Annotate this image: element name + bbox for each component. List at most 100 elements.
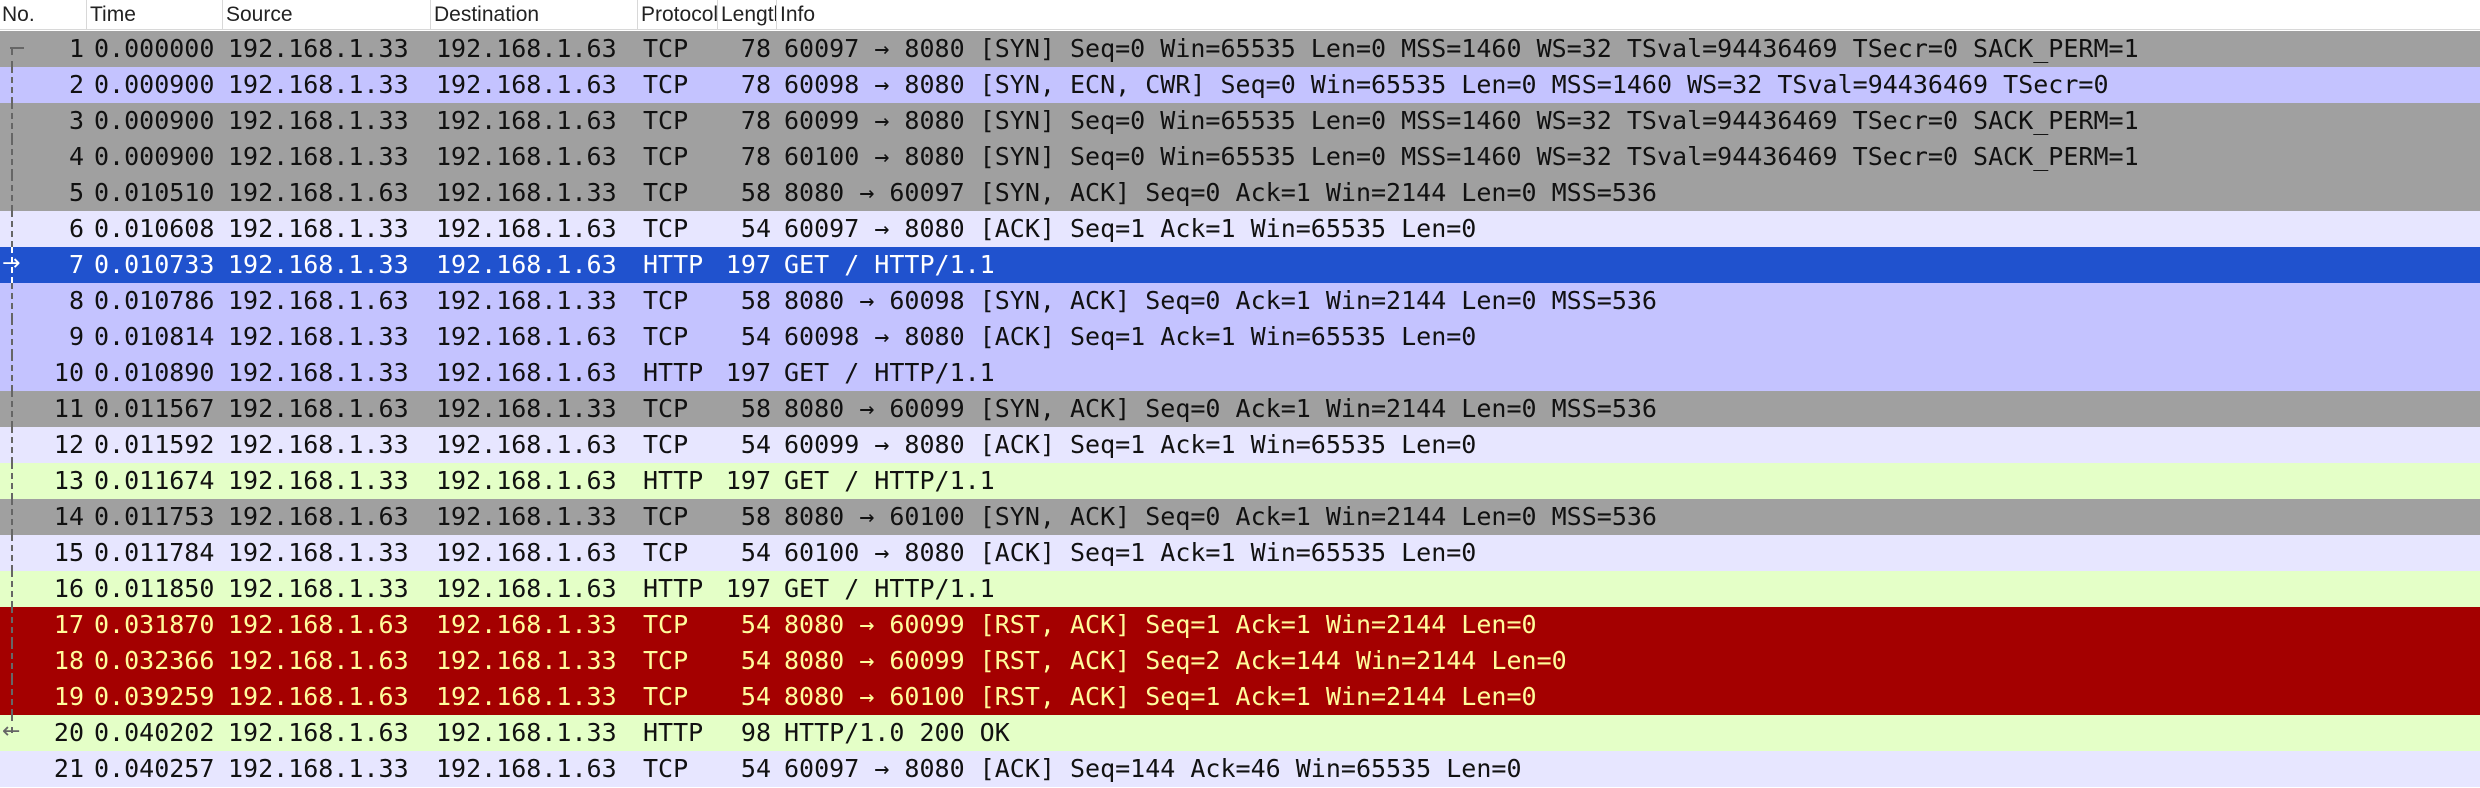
cell-destination: 192.168.1.33 [436, 178, 617, 207]
packet-row[interactable]: 10 0.010890 192.168.1.33 192.168.1.63 HTTP 19… [0, 355, 2480, 391]
packet-row[interactable]: 14 0.011753 192.168.1.63 192.168.1.33 TCP 58 8… [0, 499, 2480, 535]
cell-destination: 192.168.1.63 [436, 106, 617, 135]
conversation-line [11, 679, 13, 715]
related-packet-gutter: ← [0, 715, 30, 751]
cell-length: 54 [740, 214, 771, 243]
packet-list-window: No.TimeSourceDestinationProtocolLengthIn… [0, 0, 2480, 788]
related-packet-gutter [0, 175, 30, 211]
related-packet-gutter [0, 607, 30, 643]
packet-row[interactable]: 2 0.000900 192.168.1.33 192.168.1.63 TCP 78 60… [0, 67, 2480, 103]
related-packet-gutter [0, 211, 30, 247]
cell-destination: 192.168.1.33 [436, 502, 617, 531]
conversation-line [11, 139, 13, 175]
packet-row[interactable]: 6 0.010608 192.168.1.33 192.168.1.63 TCP 54 60… [0, 211, 2480, 247]
packet-row[interactable]: 20 0.040202 192.168.1.63 192.168.1.33 HTTP 98… [0, 715, 2480, 751]
cell-protocol: HTTP [643, 574, 704, 603]
packet-row[interactable]: 1 0.000000 192.168.1.33 192.168.1.63 TCP 78 60… [0, 31, 2480, 67]
cell-length: 54 [740, 610, 771, 639]
cell-protocol: TCP [643, 538, 689, 567]
cell-protocol: TCP [643, 754, 689, 783]
packet-row[interactable]: 17 0.031870 192.168.1.63 192.168.1.33 TCP 54 8… [0, 607, 2480, 643]
conversation-line [11, 391, 13, 427]
cell-info: HTTP/1.0 200 OK [784, 718, 1010, 747]
column-header-info[interactable]: Info [776, 0, 2480, 30]
cell-source: 192.168.1.33 [228, 430, 409, 459]
related-packet-gutter [0, 355, 30, 391]
packet-row[interactable]: 21 0.040257 192.168.1.33 192.168.1.63 TCP 54 6… [0, 751, 2480, 787]
cell-source: 192.168.1.33 [228, 466, 409, 495]
cell-info: 60100 → 8080 [SYN] Seq=0 Win=65535 Len=0… [784, 142, 2139, 171]
cell-info: 8080 → 60099 [SYN, ACK] Seq=0 Ack=1 Win=… [784, 394, 1657, 423]
packet-row[interactable]: 13 0.011674 192.168.1.33 192.168.1.63 HTTP 19… [0, 463, 2480, 499]
cell-protocol: TCP [643, 178, 689, 207]
column-header-destination[interactable]: Destination [430, 0, 637, 30]
cell-length: 197 [725, 574, 771, 603]
conversation-line [11, 535, 13, 571]
arrow-left-icon: ← [2, 719, 21, 744]
cell-time: 0.032366 [94, 646, 215, 675]
cell-destination: 192.168.1.63 [436, 574, 617, 603]
packet-row[interactable]: 15 0.011784 192.168.1.33 192.168.1.63 TCP 54 6… [0, 535, 2480, 571]
cell-info: 8080 → 60100 [RST, ACK] Seq=1 Ack=1 Win=… [784, 682, 1537, 711]
cell-destination: 192.168.1.63 [436, 358, 617, 387]
cell-source: 192.168.1.63 [228, 178, 409, 207]
packet-list-header: No.TimeSourceDestinationProtocolLengthIn… [0, 0, 2480, 30]
related-packet-gutter [0, 751, 30, 787]
cell-source: 192.168.1.33 [228, 70, 409, 99]
cell-source: 192.168.1.63 [228, 682, 409, 711]
cell-destination: 192.168.1.63 [436, 214, 617, 243]
column-header-no[interactable]: No. [0, 0, 86, 30]
cell-source: 192.168.1.63 [228, 646, 409, 675]
cell-destination: 192.168.1.33 [436, 394, 617, 423]
cell-source: 192.168.1.33 [228, 34, 409, 63]
cell-protocol: TCP [643, 106, 689, 135]
cell-length: 197 [725, 466, 771, 495]
related-packet-gutter [0, 67, 30, 103]
cell-info: 60097 → 8080 [ACK] Seq=1 Ack=1 Win=65535… [784, 214, 1477, 243]
packet-row[interactable]: 12 0.011592 192.168.1.33 192.168.1.63 TCP 54 6… [0, 427, 2480, 463]
packet-list[interactable]: 1 0.000000 192.168.1.33 192.168.1.63 TCP 78 60… [0, 31, 2480, 788]
cell-destination: 192.168.1.63 [436, 466, 617, 495]
packet-row[interactable]: 8 0.010786 192.168.1.63 192.168.1.33 TCP 58 80… [0, 283, 2480, 319]
related-packet-gutter [0, 319, 30, 355]
cell-protocol: TCP [643, 430, 689, 459]
cell-time: 0.011753 [94, 502, 215, 531]
cell-destination: 192.168.1.63 [436, 34, 617, 63]
packet-row[interactable]: 4 0.000900 192.168.1.33 192.168.1.63 TCP 78 60… [0, 139, 2480, 175]
related-packet-gutter [0, 103, 30, 139]
cell-info: GET / HTTP/1.1 [784, 358, 995, 387]
column-header-protocol[interactable]: Protocol [637, 0, 717, 30]
column-header-length[interactable]: Length [717, 0, 776, 30]
cell-length: 54 [740, 322, 771, 351]
cell-info: 60100 → 8080 [ACK] Seq=1 Ack=1 Win=65535… [784, 538, 1477, 567]
cell-length: 197 [725, 358, 771, 387]
cell-source: 192.168.1.33 [228, 754, 409, 783]
packet-row-selected[interactable]: 7 0.010733 192.168.1.33 192.168.1.63 HTTP 197… [0, 247, 2480, 283]
cell-time: 0.011567 [94, 394, 215, 423]
cell-time: 0.010510 [94, 178, 215, 207]
cell-length: 98 [740, 718, 771, 747]
related-packet-gutter [0, 427, 30, 463]
packet-row[interactable]: 18 0.032366 192.168.1.63 192.168.1.33 TCP 54 8… [0, 643, 2480, 679]
cell-length: 54 [740, 646, 771, 675]
cell-destination: 192.168.1.63 [436, 538, 617, 567]
cell-info: 8080 → 60099 [RST, ACK] Seq=2 Ack=144 Wi… [784, 646, 1567, 675]
packet-row[interactable]: 9 0.010814 192.168.1.33 192.168.1.63 TCP 54 60… [0, 319, 2480, 355]
column-header-source[interactable]: Source [222, 0, 430, 30]
conversation-line [11, 427, 13, 463]
cell-info: 8080 → 60099 [RST, ACK] Seq=1 Ack=1 Win=… [784, 610, 1537, 639]
cell-destination: 192.168.1.63 [436, 754, 617, 783]
packet-row[interactable]: 16 0.011850 192.168.1.33 192.168.1.63 HTTP 19… [0, 571, 2480, 607]
packet-row[interactable]: 3 0.000900 192.168.1.33 192.168.1.63 TCP 78 60… [0, 103, 2480, 139]
cell-length: 58 [740, 178, 771, 207]
cell-protocol: TCP [643, 322, 689, 351]
cell-time: 0.010814 [94, 322, 215, 351]
packet-row[interactable]: 5 0.010510 192.168.1.63 192.168.1.33 TCP 58 80… [0, 175, 2480, 211]
conversation-line [11, 283, 13, 319]
packet-row[interactable]: 11 0.011567 192.168.1.63 192.168.1.33 TCP 58 8… [0, 391, 2480, 427]
packet-row[interactable]: 19 0.039259 192.168.1.63 192.168.1.33 TCP 54 8… [0, 679, 2480, 715]
cell-length: 54 [740, 754, 771, 783]
related-packet-gutter [0, 535, 30, 571]
column-header-time[interactable]: Time [86, 0, 222, 30]
cell-destination: 192.168.1.33 [436, 682, 617, 711]
